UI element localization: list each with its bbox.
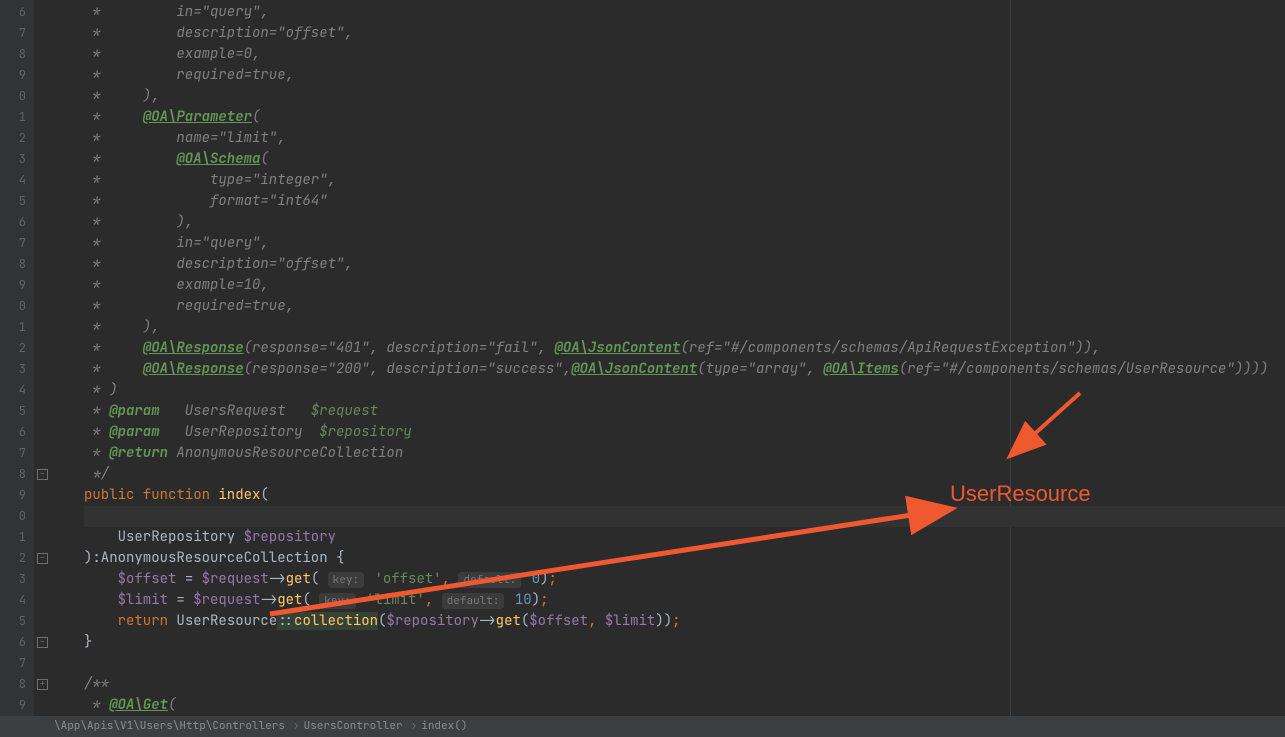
fold-gutter[interactable]: – – – +: [34, 0, 50, 737]
line-number: 2: [0, 338, 34, 359]
code-line[interactable]: /**: [50, 674, 1285, 695]
line-number: 8: [0, 674, 34, 695]
code-line[interactable]: * ),: [50, 212, 1285, 233]
current-line-highlight: [84, 506, 1285, 527]
code-line[interactable]: public function index(: [50, 485, 1285, 506]
code-line[interactable]: * ): [50, 380, 1285, 401]
code-line[interactable]: * ),: [50, 86, 1285, 107]
line-number: 8: [0, 464, 34, 485]
code-line[interactable]: * description="offset",: [50, 23, 1285, 44]
code-line[interactable]: * format="int64": [50, 191, 1285, 212]
code-lines[interactable]: * in="query", * description="offset", * …: [50, 0, 1285, 737]
code-line[interactable]: */: [50, 464, 1285, 485]
line-number-gutter: 67890123456789012345678901234567890: [0, 0, 35, 737]
code-line[interactable]: [50, 653, 1285, 674]
line-number: 3: [0, 359, 34, 380]
line-number: 5: [0, 401, 34, 422]
line-number: 3: [0, 569, 34, 590]
line-number: 6: [0, 212, 34, 233]
code-line[interactable]: * @OA\Schema(: [50, 149, 1285, 170]
code-line[interactable]: * @OA\Response(response="401", descripti…: [50, 338, 1285, 359]
fold-collapse-icon[interactable]: –: [37, 469, 48, 480]
line-number: 5: [0, 191, 34, 212]
code-line[interactable]: * ),: [50, 317, 1285, 338]
code-line[interactable]: * required=true,: [50, 296, 1285, 317]
line-number: 0: [0, 506, 34, 527]
chevron-right-icon: ›: [293, 716, 300, 737]
code-line[interactable]: * required=true,: [50, 65, 1285, 86]
line-number: 7: [0, 443, 34, 464]
line-number: 1: [0, 527, 34, 548]
code-line[interactable]: * @OA\Response(response="200", descripti…: [50, 359, 1285, 380]
line-number: 1: [0, 107, 34, 128]
line-number: 5: [0, 611, 34, 632]
code-line[interactable]: * name="limit",: [50, 128, 1285, 149]
fold-expand-icon[interactable]: +: [37, 679, 48, 690]
line-number: 9: [0, 485, 34, 506]
line-number: 8: [0, 254, 34, 275]
code-line[interactable]: * in="query",: [50, 2, 1285, 23]
fold-collapse-icon[interactable]: –: [37, 637, 48, 648]
line-number: 6: [0, 422, 34, 443]
chevron-right-icon: ›: [411, 716, 418, 737]
code-line[interactable]: * @param UserRepository $repository: [50, 422, 1285, 443]
code-line[interactable]: ):AnonymousResourceCollection {: [50, 548, 1285, 569]
code-line[interactable]: * @param UsersRequest $request: [50, 401, 1285, 422]
breadcrumb[interactable]: \App\Apis\V1\Users\Http\Controllers › Us…: [0, 716, 1285, 737]
code-line[interactable]: $offset = $request->get( key: 'offset', …: [50, 569, 1285, 590]
line-number: 8: [0, 44, 34, 65]
line-number: 6: [0, 2, 34, 23]
code-line[interactable]: * description="offset",: [50, 254, 1285, 275]
line-number: 4: [0, 170, 34, 191]
code-line[interactable]: * @OA\Get(: [50, 695, 1285, 716]
code-line[interactable]: * in="query",: [50, 233, 1285, 254]
code-line[interactable]: UserRepository $repository: [50, 527, 1285, 548]
code-editor[interactable]: 67890123456789012345678901234567890 – – – +…: [0, 0, 1285, 737]
line-number: 6: [0, 632, 34, 653]
line-number: 9: [0, 695, 34, 716]
code-line[interactable]: $limit = $request->get( key: 'limit', de…: [50, 590, 1285, 611]
line-number: 2: [0, 128, 34, 149]
line-number: 9: [0, 275, 34, 296]
code-line[interactable]: * @return AnonymousResourceCollection: [50, 443, 1285, 464]
code-line[interactable]: }: [50, 632, 1285, 653]
line-number: 7: [0, 653, 34, 674]
line-number: 3: [0, 149, 34, 170]
line-number: 7: [0, 233, 34, 254]
code-area[interactable]: 67890123456789012345678901234567890 – – – +…: [0, 0, 1285, 737]
annotation-label: UserResource: [950, 481, 1091, 507]
breadcrumb-item[interactable]: \App\Apis\V1\Users\Http\Controllers: [50, 716, 293, 737]
breadcrumb-item[interactable]: index(): [417, 716, 475, 737]
line-number: 4: [0, 590, 34, 611]
line-number: 0: [0, 296, 34, 317]
code-line[interactable]: * example=0,: [50, 44, 1285, 65]
line-number: 7: [0, 23, 34, 44]
code-line[interactable]: * type="integer",: [50, 170, 1285, 191]
code-line[interactable]: return UserResource::collection($reposit…: [50, 611, 1285, 632]
line-number: 9: [0, 65, 34, 86]
code-line[interactable]: * @OA\Parameter(: [50, 107, 1285, 128]
line-number: 0: [0, 86, 34, 107]
line-number: 4: [0, 380, 34, 401]
breadcrumb-item[interactable]: UsersController: [300, 716, 411, 737]
code-line[interactable]: * example=10,: [50, 275, 1285, 296]
fold-collapse-icon[interactable]: –: [37, 553, 48, 564]
line-number: 2: [0, 548, 34, 569]
line-number: 1: [0, 317, 34, 338]
